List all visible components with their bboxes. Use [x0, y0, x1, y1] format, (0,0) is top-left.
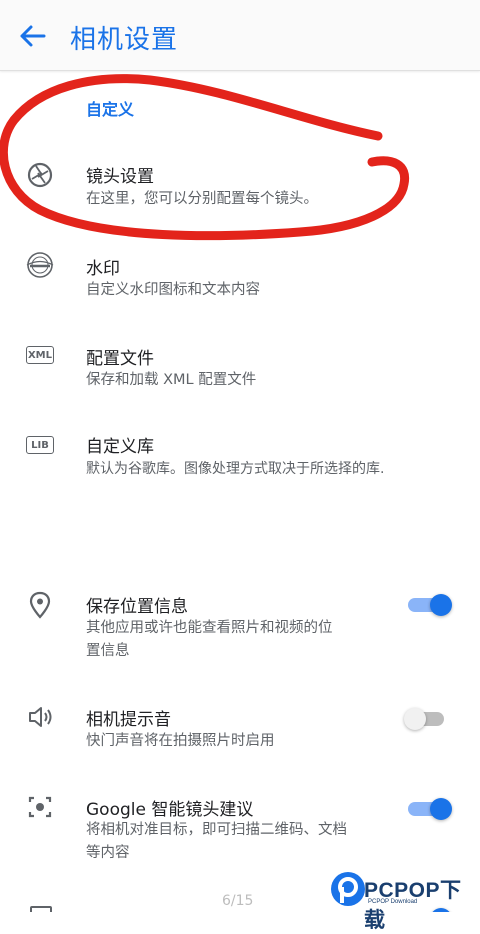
google-lens-toggle[interactable] [404, 794, 454, 822]
setting-title: 自定义库 [86, 437, 154, 457]
lib-icon: LIB [26, 436, 54, 454]
setting-subtitle: 在这里，您可以分别配置每个镜头。 [86, 191, 318, 207]
toggle-thumb [404, 708, 426, 730]
xml-icon: XML [26, 346, 54, 364]
setting-custom-library[interactable]: LIB 自定义库 默认为谷歌库。图像处理方式取决于所选择的库. [0, 420, 480, 486]
location-toggle[interactable] [404, 590, 454, 618]
setting-google-lens[interactable]: Google 智能镜头建议 将相机对准目标，即可扫描二维码、文档 等内容 [0, 784, 480, 874]
section-header-custom: 自定义 [86, 100, 135, 119]
setting-config-file[interactable]: XML 配置文件 保存和加载 XML 配置文件 [0, 330, 480, 396]
arrow-back-icon[interactable] [14, 20, 48, 52]
watermark-icon [26, 252, 54, 278]
setting-title: 镜头设置 [86, 167, 154, 187]
watermark-sub: PCPOP Download [368, 899, 418, 905]
setting-subtitle-line2: 等内容 [86, 845, 130, 861]
setting-title: 配置文件 [86, 349, 154, 369]
volume-icon [29, 707, 52, 727]
setting-title: 相机提示音 [86, 710, 171, 730]
setting-subtitle: 快门声音将在拍摄照片时启用 [86, 733, 275, 749]
setting-watermark[interactable]: 水印 自定义水印图标和文本内容 [0, 240, 480, 306]
setting-title: Google 智能镜头建议 [86, 800, 254, 820]
toggle-thumb [430, 798, 452, 820]
setting-subtitle: 默认为谷歌库。图像处理方式取决于所选择的库. [86, 461, 385, 477]
setting-subtitle: 自定义水印图标和文本内容 [86, 282, 260, 298]
location-pin-icon [29, 591, 51, 619]
setting-subtitle: 其他应用或许也能查看照片和视频的位 [86, 620, 333, 636]
setting-title: 水印 [86, 259, 120, 279]
setting-title: 保存位置信息 [86, 597, 188, 617]
setting-subtitle: 将相机对准目标，即可扫描二维码、文档 [86, 822, 347, 838]
partial-icon [30, 906, 52, 912]
page-title: 相机设置 [70, 25, 179, 55]
toggle-thumb [430, 594, 452, 616]
app-bar: 相机设置 [0, 0, 480, 71]
setting-subtitle-line2: 置信息 [86, 643, 130, 659]
lens-aperture-icon [27, 162, 53, 188]
shutter-sound-toggle[interactable] [404, 704, 454, 732]
page-indicator: 6/15 [222, 893, 254, 909]
setting-save-location[interactable]: 保存位置信息 其他应用或许也能查看照片和视频的位 置信息 [0, 580, 480, 670]
setting-subtitle: 保存和加载 XML 配置文件 [86, 372, 257, 388]
lens-suggest-icon [28, 796, 52, 818]
setting-shutter-sound[interactable]: 相机提示音 快门声音将在拍摄照片时启用 [0, 694, 480, 760]
setting-lens[interactable]: 镜头设置 在这里，您可以分别配置每个镜头。 [0, 150, 480, 216]
